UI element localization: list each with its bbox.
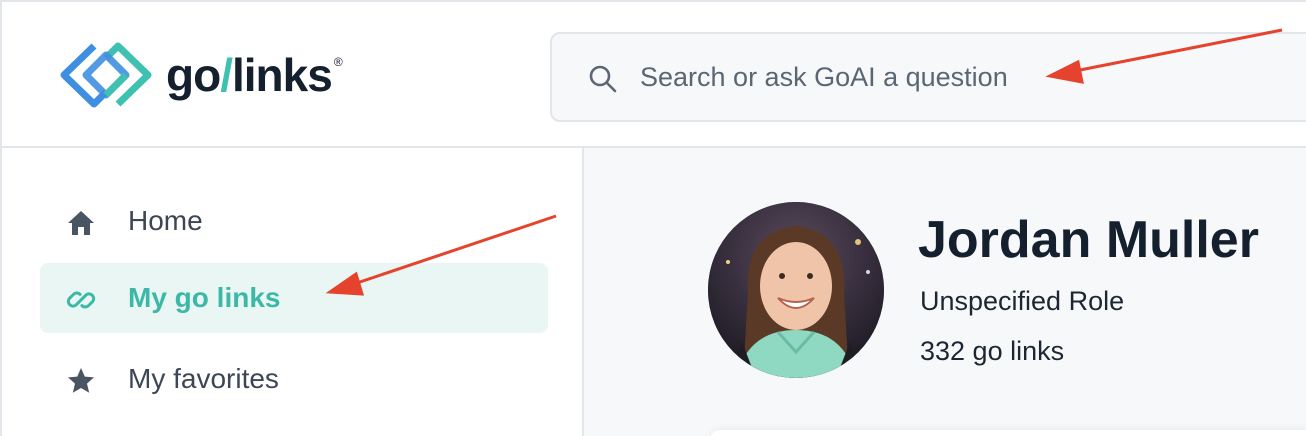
top-header: go/links ® (2, 2, 1306, 148)
content-card (710, 430, 1306, 436)
star-icon (66, 366, 96, 396)
sidebar-item-label: Home (128, 205, 203, 236)
home-icon (66, 208, 96, 238)
profile-name: Jordan Muller (918, 211, 1259, 269)
avatar[interactable] (708, 202, 884, 378)
brand-slash: / (220, 49, 233, 101)
profile-role: Unspecified Role (920, 286, 1125, 316)
golinks-logo[interactable]: go/links ® (56, 38, 343, 112)
sidebar-item-label: My favorites (128, 363, 279, 394)
link-icon (66, 285, 96, 315)
golinks-wordmark: go/links ® (166, 49, 343, 101)
brand-go: go (166, 49, 221, 101)
sidebar-item-label: My go links (128, 282, 281, 313)
search-icon (588, 64, 618, 99)
registered-mark: ® (333, 55, 343, 69)
sidebar-item-home[interactable]: Home (40, 186, 548, 256)
sidebar-item-my-go-links[interactable]: My go links (40, 263, 548, 333)
sidebar: Home My go links My favorites (2, 148, 584, 436)
sidebar-item-my-favorites[interactable]: My favorites (40, 344, 548, 414)
brand-links: links (231, 49, 333, 101)
search-input[interactable] (640, 54, 1280, 100)
profile-panel: Jordan Muller Unspecified Role 332 go li… (584, 148, 1306, 436)
profile-link-count: 332 go links (920, 336, 1065, 366)
search-bar[interactable] (550, 32, 1306, 122)
golinks-logo-icon (60, 42, 152, 108)
